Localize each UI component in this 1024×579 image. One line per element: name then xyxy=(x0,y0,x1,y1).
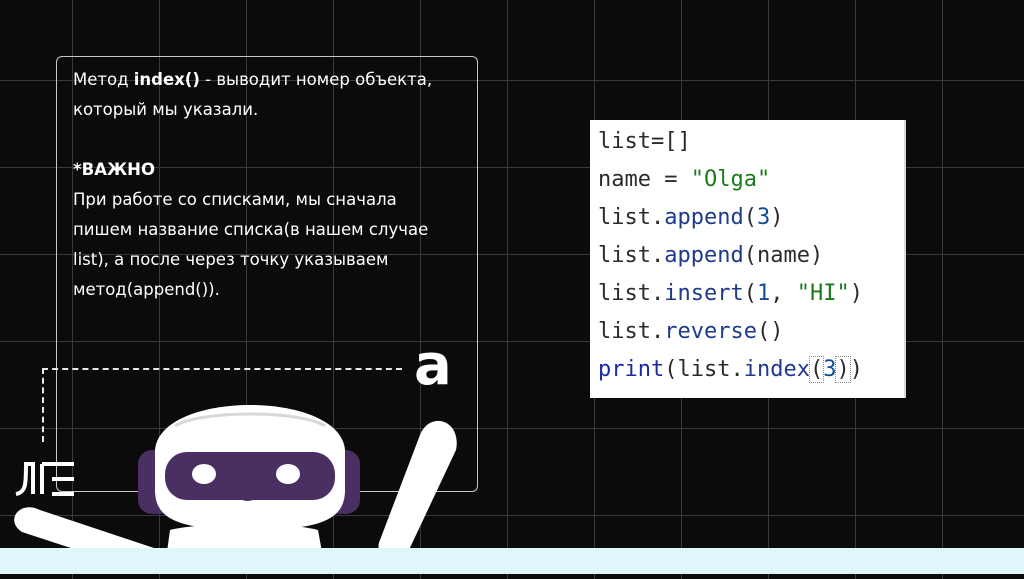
code-editor-panel: list=[] name = "Olga" list.append(3) list.a… xyxy=(590,120,906,398)
code-token: 3 xyxy=(756,205,771,230)
code-token: list. xyxy=(598,281,665,306)
description-line-5: list), а после через точку указываем xyxy=(73,250,389,269)
code-token: name = xyxy=(598,167,691,192)
description-line-1: Метод index() - выводит номер объекта, xyxy=(73,65,473,95)
code-token: "HI" xyxy=(796,281,850,306)
method-name: index() xyxy=(133,70,200,89)
code-token: append xyxy=(664,243,744,268)
code-line-2: name = "Olga" xyxy=(598,166,770,194)
description-line-6: метод(append()). xyxy=(73,280,220,299)
code-token: ) xyxy=(770,205,784,230)
code-line-5: list.insert(1, "HI") xyxy=(598,280,863,308)
code-token: list. xyxy=(598,205,665,230)
code-line-6: list.reverse() xyxy=(598,318,783,346)
code-token: (list. xyxy=(664,357,744,382)
code-token: 1 xyxy=(756,281,771,306)
code-token: list. xyxy=(598,319,665,344)
code-token: ( xyxy=(743,205,757,230)
code-token: () xyxy=(756,319,784,344)
method-prefix: Метод xyxy=(73,70,134,89)
code-token: "Olga" xyxy=(690,167,771,192)
method-suffix: - выводит номер объекта, xyxy=(199,70,433,89)
description-line-2: который мы указали. xyxy=(73,100,259,119)
code-line-1: list=[] xyxy=(598,128,691,156)
dashed-line-horizontal xyxy=(42,368,402,370)
description-line-3: При работе со списками, мы сначала xyxy=(73,190,397,209)
code-token: ) xyxy=(835,356,851,383)
code-token: ) xyxy=(849,281,863,306)
code-token: list=[] xyxy=(598,129,691,154)
code-token: , xyxy=(770,281,797,306)
code-line-4: list.append(name) xyxy=(598,242,823,270)
description-line-4: пишем название списка(в нашем случае xyxy=(73,220,429,239)
description-text: Метод index() - выводит номер объекта, к… xyxy=(73,65,473,305)
code-token: append xyxy=(664,205,744,230)
code-token: insert xyxy=(664,281,744,306)
code-line-3: list.append(3) xyxy=(598,204,783,232)
code-token: ( xyxy=(743,281,757,306)
code-line-7: print(list.index(3)) xyxy=(598,356,863,384)
code-token: print xyxy=(598,357,665,382)
code-token: index xyxy=(743,357,810,382)
code-token: 3 xyxy=(823,357,837,382)
code-token: reverse xyxy=(664,319,757,344)
code-token: (name) xyxy=(743,243,824,268)
editor-top-border xyxy=(590,120,904,123)
code-token: list. xyxy=(598,243,665,268)
important-heading: *ВАЖНО xyxy=(73,160,156,179)
floor-strip xyxy=(0,548,1024,574)
code-token: ( xyxy=(808,356,825,383)
code-token: ) xyxy=(849,357,863,382)
